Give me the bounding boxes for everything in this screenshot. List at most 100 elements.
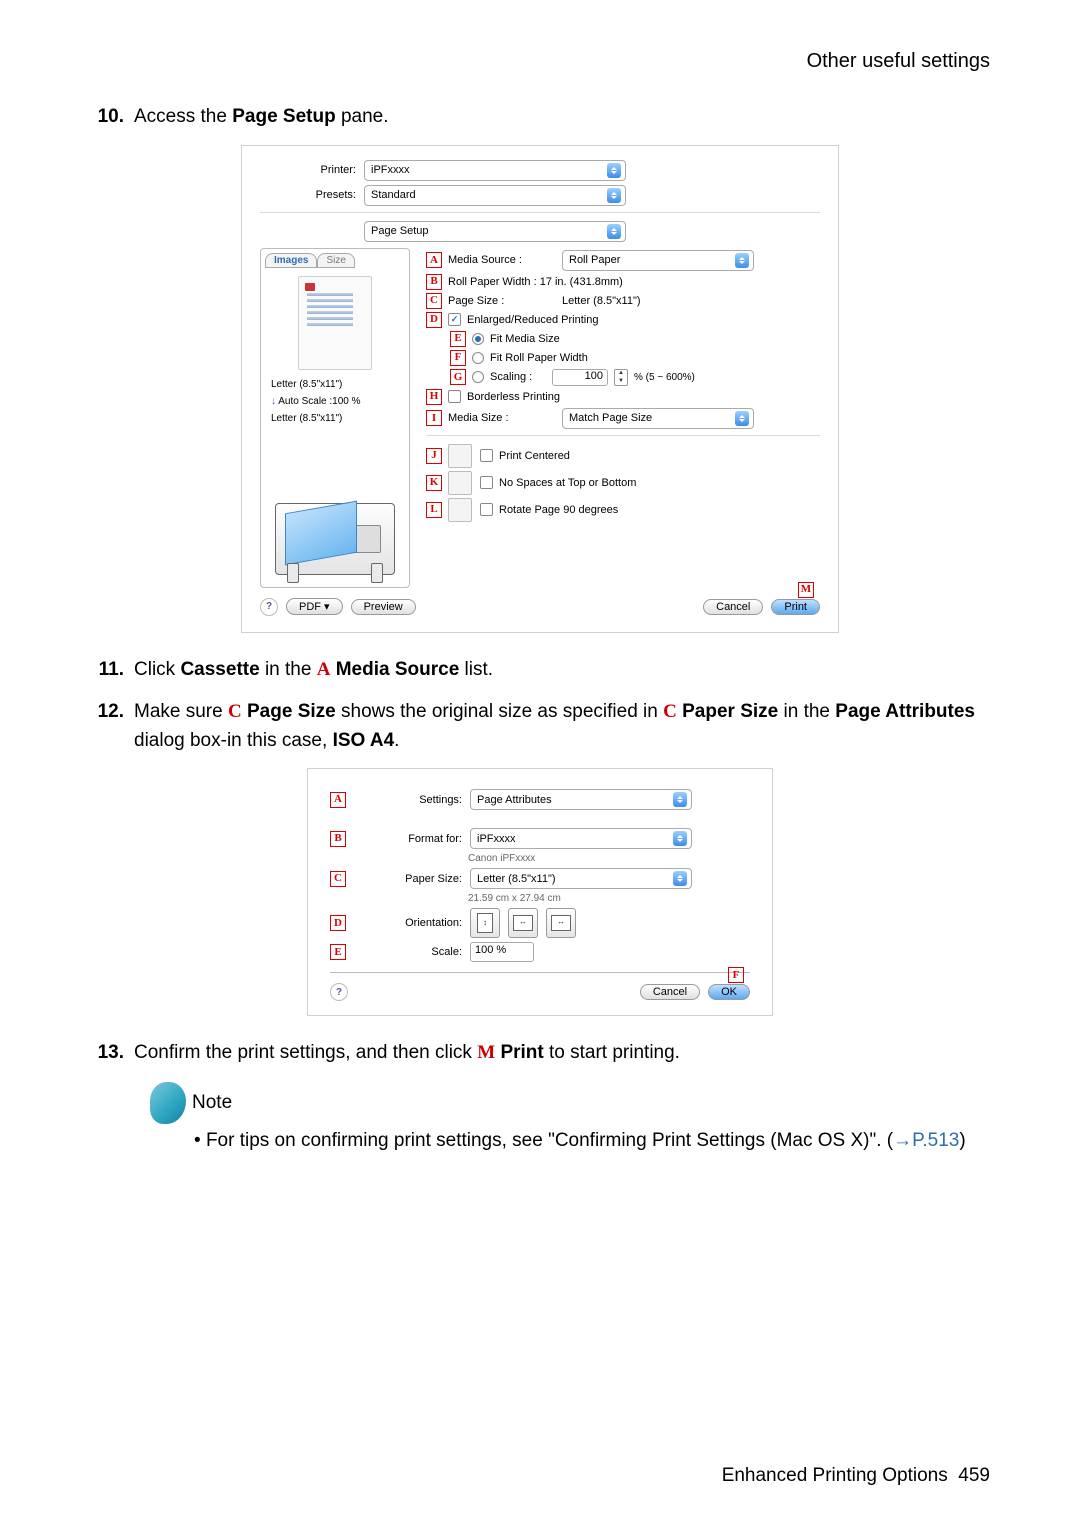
rotate-checkbox[interactable]	[480, 503, 493, 516]
dropdown-value: iPFxxxx	[477, 833, 673, 845]
print-centered-checkbox[interactable]	[480, 449, 493, 462]
format-subtext: Canon iPFxxxx	[468, 853, 750, 864]
text: Confirm the print settings, and then cli…	[134, 1042, 477, 1063]
ref-m-icon: M	[798, 582, 814, 598]
fit-roll-label: Fit Roll Paper Width	[490, 352, 588, 364]
pane-select[interactable]: Page Setup	[364, 221, 626, 242]
ref-d-icon: D	[426, 312, 442, 328]
chevron-updown-icon	[735, 411, 749, 426]
step-12: 12.Make sure C Page Size shows the origi…	[90, 698, 990, 755]
ref-k-icon: K	[426, 475, 442, 491]
ref-c: C	[663, 701, 677, 722]
paper-label: Paper Size:	[354, 873, 462, 885]
preview-info-3: Letter (8.5"x11")	[271, 412, 399, 425]
pdf-button[interactable]: PDF ▾	[286, 598, 343, 615]
orient-landscape-left-button[interactable]: ↔	[508, 908, 538, 938]
note-icon	[150, 1082, 186, 1124]
bold: Page Attributes	[835, 701, 975, 722]
media-size-select[interactable]: Match Page Size	[562, 408, 754, 429]
printer-select[interactable]: iPFxxxx	[364, 160, 626, 181]
note-block: Note • For tips on confirming print sett…	[150, 1082, 990, 1152]
orient-portrait-button[interactable]: ↕	[470, 908, 500, 938]
footer-section: Enhanced Printing Options	[722, 1465, 948, 1486]
note-text-1: For tips on confirming print settings, s…	[206, 1130, 893, 1151]
ref-j-icon: J	[426, 448, 442, 464]
dropdown-value: Roll Paper	[569, 254, 735, 266]
chevron-updown-icon	[673, 871, 687, 886]
ref-d-icon: D	[330, 915, 346, 931]
rotate-icon	[448, 498, 472, 522]
ref-a-icon: A	[426, 252, 442, 268]
fit-media-radio[interactable]	[472, 333, 484, 345]
printer-label: Printer:	[260, 164, 356, 176]
tab-images[interactable]: Images	[265, 253, 317, 268]
ref-e-icon: E	[450, 331, 466, 347]
ref-a-icon: A	[330, 792, 346, 808]
page-size-label: Page Size :	[448, 295, 556, 307]
fit-roll-radio[interactable]	[472, 352, 484, 364]
step-13: 13.Confirm the print settings, and then …	[90, 1039, 990, 1068]
enlarged-checkbox[interactable]: ✓	[448, 313, 461, 326]
text: pane.	[336, 106, 389, 127]
step-11: 11.Click Cassette in the A Media Source …	[90, 656, 990, 685]
help-button[interactable]: ?	[330, 983, 348, 1001]
chevron-updown-icon	[607, 163, 621, 178]
presets-label: Presets:	[260, 189, 356, 201]
footer-page-number: 459	[958, 1465, 990, 1486]
help-button[interactable]: ?	[260, 598, 278, 616]
ok-button[interactable]: OK	[708, 984, 750, 1000]
media-source-select[interactable]: Roll Paper	[562, 250, 754, 271]
bold: Page Size	[247, 701, 336, 722]
text: in the	[778, 701, 835, 722]
text: shows the original size as specified in	[336, 701, 663, 722]
text: .	[394, 730, 399, 751]
scaling-label: Scaling :	[490, 371, 546, 383]
text: Access the	[134, 106, 232, 127]
paper-select[interactable]: Letter (8.5"x11")	[470, 868, 692, 889]
paper-subtext: 21.59 cm x 27.94 cm	[468, 893, 750, 904]
ref-c-icon: C	[426, 293, 442, 309]
preview-button[interactable]: Preview	[351, 599, 416, 615]
scaling-stepper[interactable]: ▲▼	[614, 369, 628, 386]
scaling-radio[interactable]	[472, 371, 484, 383]
orient-landscape-right-button[interactable]: ↔	[546, 908, 576, 938]
print-centered-label: Print Centered	[499, 450, 570, 462]
step-number: 12.	[90, 698, 124, 727]
page-header: Other useful settings	[90, 50, 990, 73]
format-label: Format for:	[354, 833, 462, 845]
text: list.	[459, 659, 493, 680]
print-centered-icon	[448, 444, 472, 468]
scale-input[interactable]: 100 %	[470, 942, 534, 962]
chevron-updown-icon	[673, 831, 687, 846]
ref-l-icon: L	[426, 502, 442, 518]
ref-e-icon: E	[330, 944, 346, 960]
preview-info-1: Letter (8.5"x11")	[271, 378, 399, 391]
settings-select[interactable]: Page Attributes	[470, 789, 692, 810]
dropdown-value: Match Page Size	[569, 412, 735, 424]
ref-a: A	[317, 659, 331, 680]
bold: Paper Size	[682, 701, 778, 722]
no-spaces-checkbox[interactable]	[480, 476, 493, 489]
borderless-checkbox[interactable]	[448, 390, 461, 403]
chevron-updown-icon	[673, 792, 687, 807]
ref-f-icon: F	[728, 967, 744, 983]
ref-b-icon: B	[330, 831, 346, 847]
scale-label: Scale:	[354, 946, 462, 958]
page-size-value: Letter (8.5"x11")	[562, 295, 641, 307]
format-select[interactable]: iPFxxxx	[470, 828, 692, 849]
ref-f-icon: F	[450, 350, 466, 366]
tab-size[interactable]: Size	[317, 253, 354, 268]
cancel-button[interactable]: Cancel	[703, 599, 763, 615]
print-button[interactable]: Print	[771, 599, 820, 615]
cancel-button[interactable]: Cancel	[640, 984, 700, 1000]
media-size-label: Media Size :	[448, 412, 556, 424]
scaling-input[interactable]: 100	[552, 369, 608, 386]
document-preview-icon	[298, 276, 372, 370]
media-source-label: Media Source :	[448, 254, 556, 266]
settings-label: Settings:	[354, 794, 462, 806]
bullet: •	[194, 1130, 206, 1151]
preview-info-2: ↓ Auto Scale :100 %	[271, 395, 399, 408]
note-link[interactable]: →P.513	[893, 1130, 959, 1151]
presets-select[interactable]: Standard	[364, 185, 626, 206]
no-spaces-label: No Spaces at Top or Bottom	[499, 477, 636, 489]
